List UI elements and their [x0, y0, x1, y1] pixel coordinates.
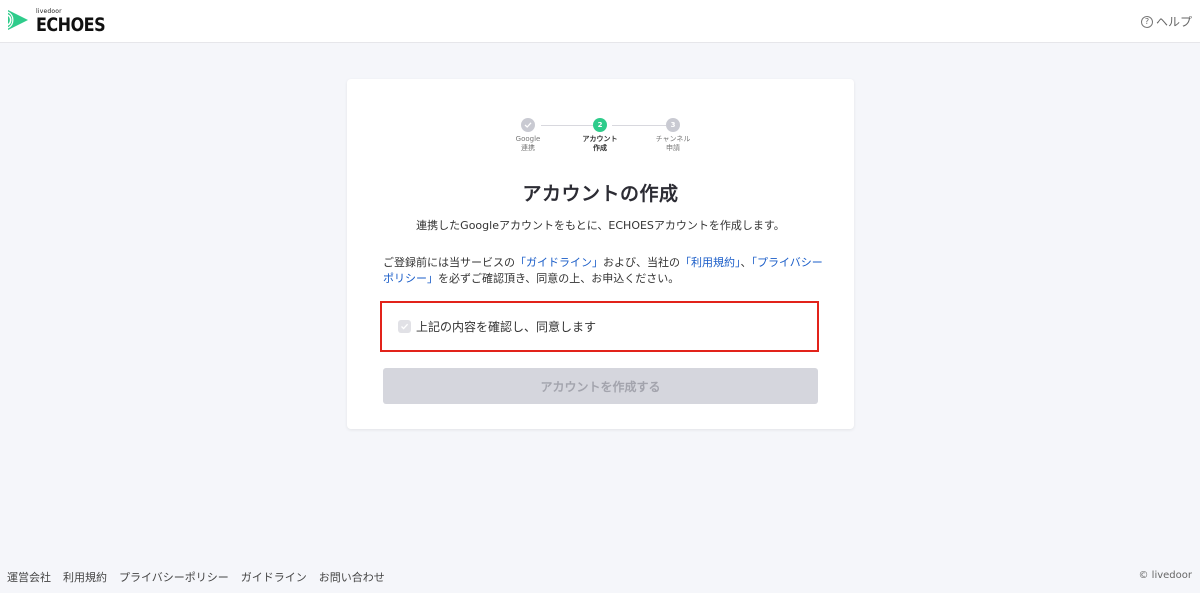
terms-link[interactable]: 「利用規約」 — [680, 256, 741, 269]
copyright: © livedoor — [1138, 570, 1192, 581]
help-link[interactable]: ? ヘルプ — [1140, 13, 1192, 30]
guideline-link[interactable]: 「ガイドライン」 — [515, 256, 603, 269]
step-label: アカウント 作成 — [582, 135, 618, 152]
footer-links: 運営会社 利用規約 プライバシーポリシー ガイドライン お問い合わせ — [7, 569, 397, 585]
footer-link-terms[interactable]: 利用規約 — [63, 569, 107, 585]
step-number: 3 — [666, 118, 680, 132]
step-label: チャンネル 申請 — [655, 135, 691, 152]
footer-link-guideline[interactable]: ガイドライン — [241, 569, 307, 585]
echoes-logo[interactable]: livedoor ECHOES — [6, 8, 106, 36]
account-create-card: Google 連携 2 アカウント 作成 3 チャンネル 申請 アカウントの作成… — [347, 79, 854, 429]
terms-notice: ご登録前には当サービスの「ガイドライン」および、当社の「利用規約」、「プライバシ… — [383, 256, 823, 285]
agree-label: 上記の内容を確認し、同意します — [416, 320, 597, 334]
check-icon — [401, 323, 409, 330]
page-title: アカウントの作成 — [522, 183, 679, 205]
top-header: livedoor ECHOES ? ヘルプ — [0, 0, 1200, 43]
progress-steps: Google 連携 2 アカウント 作成 3 チャンネル 申請 — [347, 118, 854, 158]
check-icon — [521, 118, 535, 132]
play-logo-icon — [7, 10, 28, 30]
step-google: Google 連携 — [498, 118, 558, 153]
agree-checkbox[interactable] — [398, 320, 411, 333]
logo-word: ECHOES — [36, 13, 106, 36]
footer-link-company[interactable]: 運営会社 — [7, 569, 51, 585]
step-label: Google 連携 — [515, 135, 541, 152]
page-subtitle: 連携したGoogleアカウントをもとに、ECHOESアカウントを作成します。 — [416, 219, 785, 232]
create-account-button[interactable]: アカウントを作成する — [383, 368, 818, 404]
step-channel: 3 チャンネル 申請 — [643, 118, 703, 153]
question-circle-icon: ? — [1140, 15, 1153, 28]
footer-link-contact[interactable]: お問い合わせ — [319, 569, 385, 585]
step-account: 2 アカウント 作成 — [570, 118, 630, 153]
agree-checkbox-row[interactable]: 上記の内容を確認し、同意します — [380, 301, 819, 352]
footer-link-privacy[interactable]: プライバシーポリシー — [119, 569, 229, 585]
help-label: ヘルプ — [1155, 15, 1192, 29]
step-number: 2 — [593, 118, 607, 132]
